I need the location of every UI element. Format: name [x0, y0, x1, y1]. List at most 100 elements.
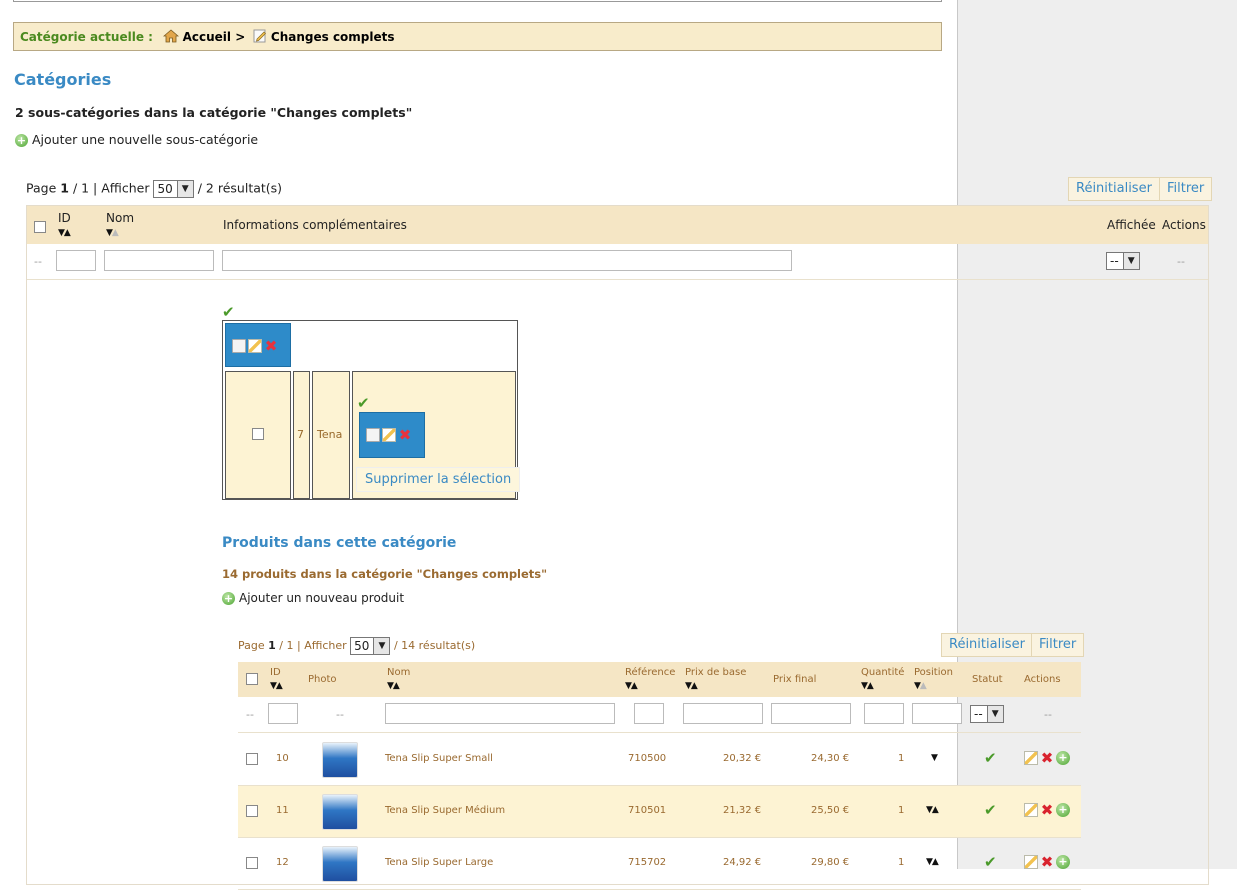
filter-position-input[interactable] — [912, 703, 962, 724]
filter-name-input[interactable] — [385, 703, 615, 724]
per-page-select[interactable]: 50 ▼ — [350, 637, 391, 655]
chevron-down-icon: ▼ — [1122, 253, 1139, 269]
pager-current-page: 1 — [60, 180, 69, 196]
category-pager: Page 1 / 1 | Afficher 50 ▼ / 2 résultat(s… — [26, 180, 282, 198]
pencil-icon[interactable] — [1024, 855, 1038, 869]
filter-id-input[interactable] — [268, 703, 298, 724]
filter-button[interactable]: Filtrer — [1031, 633, 1085, 657]
row-checkbox[interactable] — [252, 428, 264, 440]
categories-title: Catégories — [14, 70, 112, 89]
delete-selection-button[interactable]: Supprimer la sélection — [356, 467, 521, 492]
add-subcategory-link[interactable]: + Ajouter une nouvelle sous-catégorie — [15, 132, 258, 147]
sort-arrows-icon[interactable]: ▼▲ — [625, 681, 638, 691]
plus-circle-icon[interactable]: + — [1056, 855, 1070, 869]
row-checkbox[interactable] — [246, 753, 258, 765]
pencil-icon[interactable] — [1024, 803, 1038, 817]
pager-page-word: Page — [26, 180, 57, 196]
header-reference: Référence — [625, 667, 676, 678]
row-checkbox[interactable] — [246, 857, 258, 869]
sort-arrows-icon[interactable]: ▼▲ — [387, 681, 400, 691]
pager-current-page: 1 — [268, 639, 276, 652]
category-table-header: ID ▼▲ Nom ▼▲ Informations complémentaire… — [27, 206, 1208, 244]
reset-button[interactable]: Réinitialiser — [941, 633, 1033, 657]
top-frame — [13, 0, 942, 2]
position-arrows-icon[interactable]: ▼▲ — [926, 857, 939, 867]
table-row[interactable]: 12 Tena Slip Super Large 715702 24,92 € … — [238, 838, 1081, 890]
table-row[interactable]: 10 Tena Slip Super Small 710500 20,32 € … — [238, 734, 1081, 786]
filter-quantity-input[interactable] — [864, 703, 904, 724]
breadcrumb-current: Changes complets — [270, 30, 395, 44]
plus-circle-icon[interactable]: + — [1056, 751, 1070, 765]
sort-arrows-icon[interactable]: ▼▲ — [270, 681, 283, 691]
select-all-checkbox[interactable] — [246, 673, 258, 685]
filter-status-value: -- — [974, 707, 983, 721]
checkmark-icon: ✔ — [357, 394, 370, 412]
header-base-price: Prix de base — [685, 667, 747, 678]
delete-x-icon[interactable]: ✖ — [1040, 751, 1054, 766]
filter-status-select[interactable]: -- ▼ — [970, 705, 1004, 723]
row-name-cell: Tena — [312, 371, 350, 499]
select-all-checkbox[interactable] — [34, 220, 46, 233]
position-arrows-icon[interactable]: ▼ — [931, 753, 938, 763]
checkmark-icon[interactable]: ✔ — [984, 749, 997, 767]
sort-arrows-icon[interactable]: ▼▲ — [106, 228, 119, 238]
header-id: ID — [270, 667, 281, 678]
per-page-select[interactable]: 50 ▼ — [153, 180, 194, 198]
table-row[interactable]: 11 Tena Slip Super Médium 710501 21,32 €… — [238, 786, 1081, 838]
position-arrows-icon[interactable]: ▼▲ — [926, 805, 939, 815]
pencil-icon[interactable] — [1024, 751, 1038, 765]
header-actions: Actions — [1162, 218, 1206, 232]
document-icon[interactable] — [366, 428, 380, 442]
row-checkbox[interactable] — [246, 805, 258, 817]
checkmark-icon[interactable]: ✔ — [984, 853, 997, 871]
pager-results: / 14 résultat(s) — [393, 639, 476, 652]
delete-x-icon[interactable]: ✖ — [264, 338, 278, 353]
filter-reference-input[interactable] — [634, 703, 664, 724]
plus-circle-icon[interactable]: + — [1056, 803, 1070, 817]
product-pager: Page 1 / 1 | Afficher 50 ▼ / 14 résultat(… — [238, 637, 475, 655]
filter-button[interactable]: Filtrer — [1159, 177, 1213, 201]
pencil-icon[interactable] — [248, 338, 262, 353]
add-subcategory-label: Ajouter une nouvelle sous-catégorie — [32, 132, 259, 147]
sort-arrows-icon[interactable]: ▼▲ — [685, 681, 698, 691]
row-action-icons-box: ✖ — [359, 412, 425, 458]
filter-final-price-input[interactable] — [771, 703, 851, 724]
per-page-value: 50 — [354, 639, 370, 653]
filter-shown-value: -- — [1110, 254, 1119, 268]
row-name: Tena — [317, 428, 343, 441]
filter-name-input[interactable] — [104, 250, 214, 271]
reset-button[interactable]: Réinitialiser — [1068, 177, 1160, 201]
add-product-link[interactable]: + Ajouter un nouveau produit — [222, 591, 404, 605]
header-name: Nom — [387, 667, 411, 678]
subcategory-count: 2 sous-catégories dans la catégorie "Cha… — [15, 105, 413, 120]
header-final-price: Prix final — [773, 674, 817, 685]
filter-photo-dash: -- — [336, 708, 344, 721]
pencil-icon[interactable] — [382, 428, 396, 442]
checkmark-icon[interactable]: ✔ — [984, 801, 997, 819]
per-page-value: 50 — [157, 182, 173, 196]
products-title: Produits dans cette catégorie — [222, 535, 457, 551]
delete-x-icon[interactable]: ✖ — [1040, 803, 1054, 818]
row-quantity: 1 — [898, 857, 905, 868]
product-thumbnail — [322, 846, 358, 882]
filter-base-price-input[interactable] — [683, 703, 763, 724]
sort-arrows-icon[interactable]: ▼▲ — [861, 681, 874, 691]
document-icon[interactable] — [232, 338, 246, 353]
action-icons-box: ✖ — [225, 323, 291, 367]
row-reference: 715702 — [628, 857, 667, 868]
filter-shown-select[interactable]: -- ▼ — [1106, 252, 1140, 270]
filter-id-input[interactable] — [56, 250, 96, 271]
product-filter-row: -- -- -- ▼ -- — [238, 697, 1081, 733]
category-filter-row: -- -- ▼ -- — [27, 244, 1208, 280]
row-base-price: 21,32 € — [723, 805, 762, 816]
breadcrumb-home-link[interactable]: Accueil > — [183, 30, 246, 44]
delete-x-icon[interactable]: ✖ — [1040, 855, 1054, 870]
filter-info-input[interactable] — [222, 250, 792, 271]
delete-x-icon[interactable]: ✖ — [398, 428, 412, 443]
row-reference: 710501 — [628, 805, 667, 816]
sort-arrows-icon[interactable]: ▼▲ — [58, 228, 71, 238]
add-product-label: Ajouter un nouveau produit — [239, 591, 405, 605]
sort-arrows-icon[interactable]: ▼▲ — [914, 681, 927, 691]
header-actions: Actions — [1024, 674, 1061, 685]
row-final-price: 24,30 € — [811, 753, 850, 764]
